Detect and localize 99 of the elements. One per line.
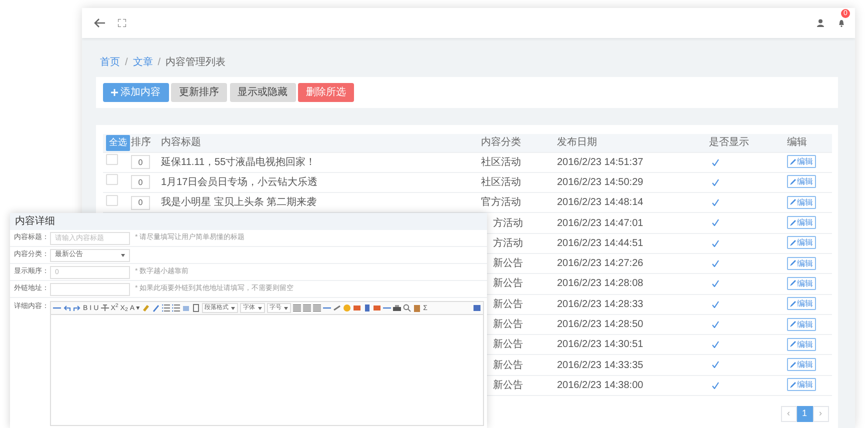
column-header: 发布日期 [557, 137, 597, 148]
select-all-button[interactable]: 全选 [106, 135, 130, 150]
redo-icon[interactable] [73, 304, 81, 312]
order-field[interactable]: 0 [131, 175, 150, 190]
pencil-icon [790, 158, 796, 165]
table-cell-text: 新公告 [492, 319, 523, 330]
action-button[interactable]: 更新排序 [171, 83, 227, 102]
table-cell: 2016/2/23 14:50:29 [557, 176, 644, 188]
table-cell-text: 方活动 [492, 238, 523, 249]
table-cell-text: 新公告 [492, 339, 523, 350]
checkbox[interactable] [106, 194, 118, 206]
caret-icon [258, 306, 262, 310]
table-cell: 我是小明星 宝贝上头条 第二期来袭 [161, 197, 317, 208]
table-cell: 2016/2/23 14:38:00 [557, 380, 644, 391]
breadcrumb-link[interactable]: 首页 [100, 54, 120, 70]
table-cell: 社区活动 [481, 176, 521, 188]
breadcrumb-link[interactable]: 文章 [132, 54, 153, 70]
table-cell-text: 新公告 [492, 278, 523, 290]
table-cell-text: 新公告 [492, 360, 523, 371]
add-button[interactable]: 添加内容 [103, 83, 168, 102]
undo-icon[interactable] [63, 304, 71, 312]
panel-title: 内容详细 [10, 213, 487, 230]
pencil-icon [790, 220, 796, 226]
edit-button[interactable]: 编辑 [787, 175, 816, 188]
table-cell: 2016/2/23 14:28:50 [557, 319, 644, 330]
highlighter-icon[interactable] [142, 304, 150, 312]
link-icon[interactable] [333, 304, 342, 312]
pencil-icon [790, 341, 796, 348]
column-header: 排序 [131, 137, 151, 148]
list-icon[interactable] [172, 304, 180, 312]
edit-button[interactable]: 编辑 [787, 196, 816, 209]
table-cell-text: 新公告 [492, 298, 523, 310]
brush-icon[interactable] [152, 304, 160, 312]
breadcrumb-separator: / [158, 56, 161, 70]
pencil-icon [790, 260, 796, 266]
back-icon[interactable] [94, 18, 106, 28]
table-cell: 2016/2/23 14:28:33 [557, 298, 644, 310]
table-cell: 官方活动 [481, 197, 521, 208]
table-cell: 社区活动 [481, 156, 521, 168]
list-icon[interactable] [162, 304, 170, 312]
table-cell-text: 新公告 [492, 380, 523, 391]
edit-button[interactable]: 编辑 [787, 155, 816, 168]
column-header: 内容分类 [481, 137, 521, 148]
table-cell: 2016/2/23 14:51:37 [557, 156, 644, 168]
page-button[interactable]: › [812, 406, 828, 422]
page-icon[interactable] [192, 304, 200, 312]
page-button[interactable]: 1 [796, 406, 812, 422]
user-icon[interactable] [817, 19, 824, 27]
pencil-icon [790, 382, 796, 388]
pencil-icon [790, 321, 796, 328]
table-cell: 2016/2/23 14:30:51 [557, 339, 644, 350]
pencil-icon [790, 199, 796, 206]
edit-button[interactable]: 编辑 [787, 236, 816, 250]
align-icon[interactable] [293, 304, 302, 312]
checkbox[interactable] [106, 174, 118, 186]
caret-icon [284, 306, 288, 310]
edit-button[interactable]: 编辑 [787, 318, 816, 331]
pencil-icon [790, 178, 796, 185]
breadcrumb-separator: / [125, 56, 128, 70]
table-cell: 2016/2/23 14:47:01 [557, 218, 644, 229]
edit-button[interactable]: 编辑 [787, 216, 816, 230]
checkbox[interactable] [106, 154, 118, 166]
delete-button[interactable]: 删除所选 [298, 83, 354, 102]
strikethrough-icon[interactable] [100, 304, 109, 312]
column-header: 是否显示 [709, 137, 749, 148]
pencil-icon [790, 240, 796, 246]
align-icon[interactable] [303, 304, 312, 312]
edit-button[interactable]: 编辑 [787, 276, 816, 290]
table-cell: 2016/2/23 14:28:08 [557, 278, 644, 290]
caret-icon [231, 306, 236, 310]
search-icon[interactable] [403, 304, 412, 312]
action-button[interactable]: 显示或隐藏 [230, 83, 296, 102]
order-field[interactable]: 0 [131, 155, 150, 170]
breadcrumb-current: 内容管理列表 [166, 56, 226, 70]
table-cell: 延保11.11，55寸液晶电视抱回家！ [161, 156, 316, 168]
printer-icon[interactable] [393, 304, 402, 312]
pencil-icon [790, 300, 796, 307]
pencil-icon [790, 280, 796, 286]
table-cell: 1月17日会员日专场，小云钻大乐透 [161, 176, 318, 188]
column-header: 编辑 [787, 137, 807, 148]
table-cell: 2016/2/23 14:48:14 [557, 197, 644, 208]
edit-button[interactable]: 编辑 [787, 338, 816, 351]
table-cell: 2016/2/23 14:33:35 [557, 360, 644, 371]
caret-icon [121, 254, 125, 256]
align-icon[interactable] [313, 304, 322, 312]
pencil-icon [790, 362, 796, 368]
edit-button[interactable]: 编辑 [787, 358, 816, 372]
edit-button[interactable]: 编辑 [787, 297, 816, 310]
column-header: 内容标题 [161, 137, 201, 148]
edit-button[interactable]: 编辑 [787, 256, 816, 270]
table-cell-text: 新公告 [492, 258, 523, 270]
table-cell-text: 方活动 [492, 218, 523, 229]
edit-button[interactable]: 编辑 [787, 378, 816, 392]
order-field[interactable]: 0 [131, 196, 150, 210]
table-cell: 2016/2/23 14:44:51 [557, 238, 644, 249]
table-cell: 2016/2/23 14:27:26 [557, 258, 644, 270]
bell-icon[interactable] [838, 18, 845, 27]
input-field[interactable] [50, 282, 130, 296]
page-button[interactable]: ‹ [780, 406, 796, 422]
